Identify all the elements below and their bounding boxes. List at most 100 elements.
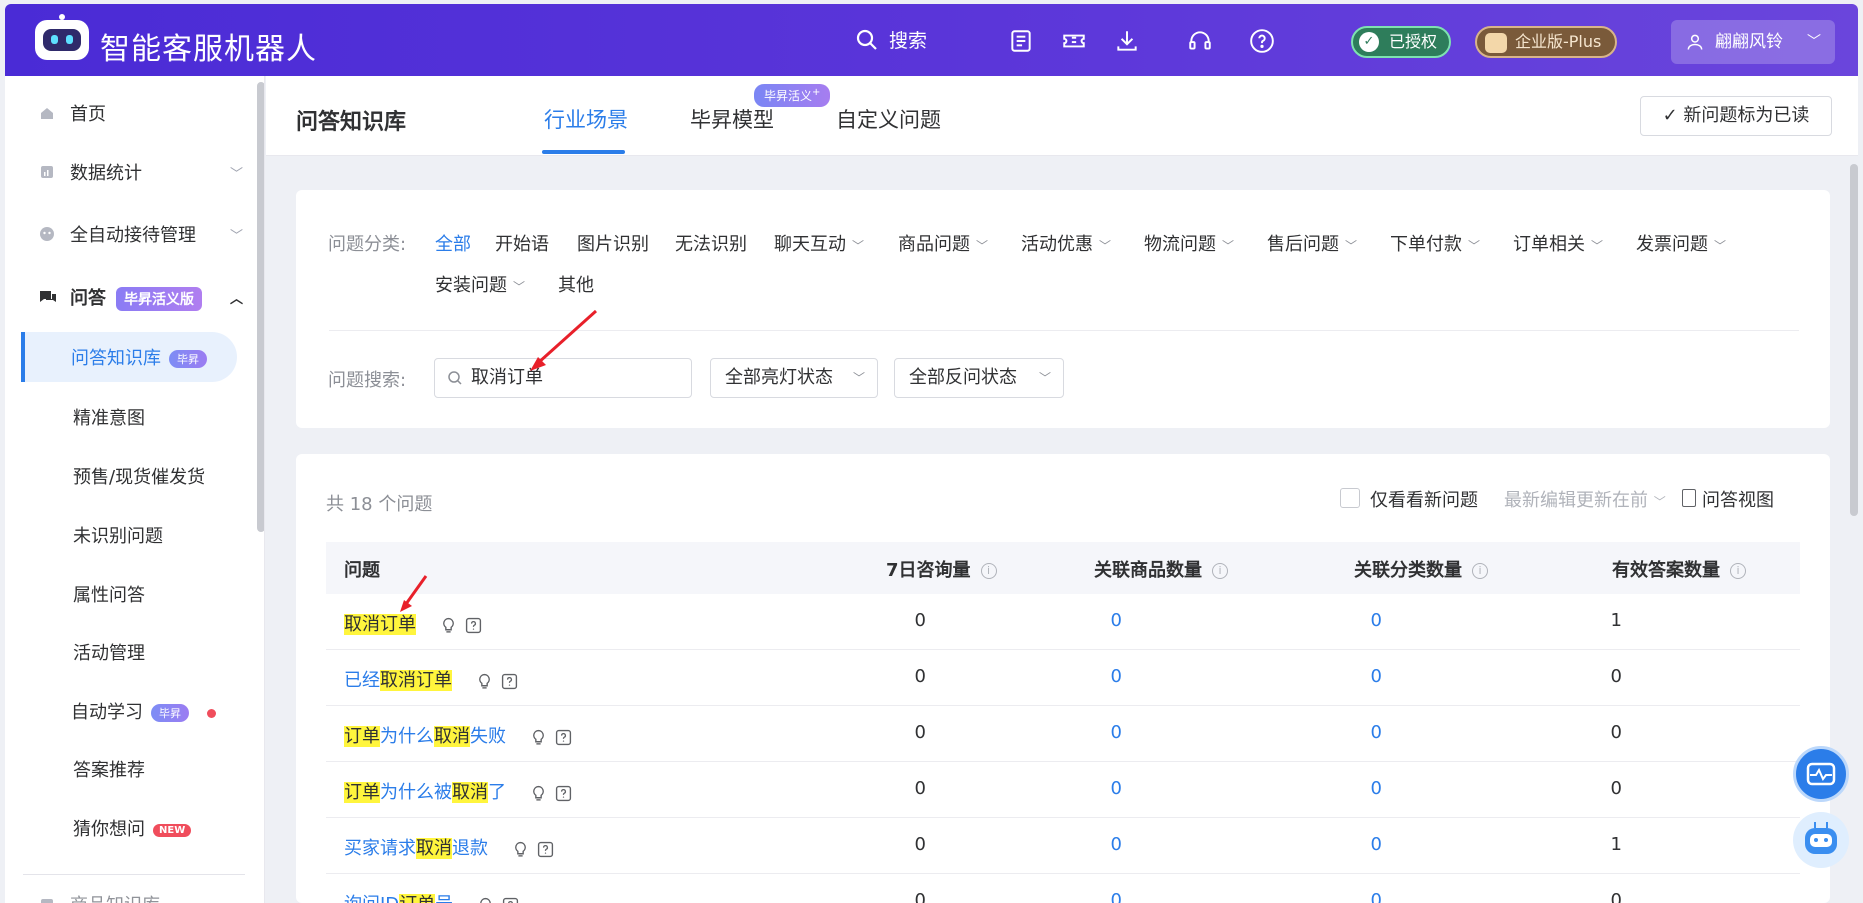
category-label: 订单相关 — [1513, 234, 1585, 255]
category-chat-interaction[interactable]: 聊天互动 ﹀ — [774, 230, 864, 256]
question-mark-icon[interactable] — [502, 897, 519, 903]
sidebar-subitem-qa-knowledge[interactable]: 问答知识库 毕昇 — [21, 332, 237, 382]
lightbulb-icon[interactable] — [440, 617, 457, 634]
category-payment[interactable]: 下单付款 ﹀ — [1390, 230, 1480, 256]
linked-category-count[interactable]: 0 — [1322, 722, 1382, 743]
reverse-status-select[interactable]: 全部反问状态 ﹀ — [894, 358, 1064, 398]
linked-product-count[interactable]: 0 — [1062, 834, 1122, 855]
qa-view-button[interactable]: 问答视图 — [1702, 486, 1774, 512]
sort-select[interactable]: 最新编辑更新在前 ﹀ — [1504, 486, 1666, 512]
category-logistics[interactable]: 物流问题 ﹀ — [1144, 230, 1234, 256]
table-row: 订单为什么取消失败 0 0 0 0 — [326, 706, 1800, 762]
question-link[interactable]: 买家请求取消退款 — [344, 834, 554, 860]
linked-product-count[interactable]: 0 — [1062, 610, 1122, 631]
category-product[interactable]: 商品问题 ﹀ — [898, 230, 988, 256]
question-mark-icon[interactable] — [501, 673, 518, 690]
info-icon[interactable]: i — [1730, 563, 1746, 579]
category-promotion[interactable]: 活动优惠 ﹀ — [1021, 230, 1111, 256]
question-mark-icon[interactable] — [555, 785, 572, 802]
column-7day-consult: 7日咨询量 i — [886, 556, 997, 582]
info-icon[interactable]: i — [1212, 563, 1228, 579]
question-link[interactable]: 订单为什么被取消了 — [344, 778, 572, 804]
sidebar-subitem-auto-learning[interactable]: 自动学习 毕昇 — [21, 686, 237, 736]
category-other[interactable]: 其他 — [558, 271, 594, 297]
question-search-input[interactable]: 取消订单 — [434, 358, 692, 398]
category-greeting[interactable]: 开始语 — [495, 230, 549, 256]
info-icon[interactable]: i — [1472, 563, 1488, 579]
linked-category-count[interactable]: 0 — [1322, 834, 1382, 855]
ticket-icon[interactable] — [1061, 28, 1087, 54]
linked-category-count[interactable]: 0 — [1322, 666, 1382, 687]
chevron-down-icon: ﹀ — [852, 371, 865, 385]
tab-bisheng-model[interactable]: 毕昇模型 — [690, 104, 774, 134]
sidebar-item-home[interactable]: 首页 — [5, 93, 245, 133]
sidebar-subitem-guess[interactable]: 猜你想问 NEW — [21, 803, 237, 853]
sidebar-subitem-activity[interactable]: 活动管理 — [21, 627, 237, 677]
category-unrecognized[interactable]: 无法识别 — [675, 230, 747, 256]
sidebar-subitem-label: 猜你想问 — [73, 819, 145, 840]
light-status-value: 全部亮灯状态 — [725, 367, 833, 388]
sidebar-subitem-precise-intent[interactable]: 精准意图 — [21, 392, 237, 442]
sidebar-subitem-attribute-qa[interactable]: 属性问答 — [21, 569, 237, 619]
sidebar-subitem-answer-recommend[interactable]: 答案推荐 — [21, 744, 237, 794]
category-image-recognition[interactable]: 图片识别 — [577, 230, 649, 256]
question-link[interactable]: 询问ID订单号 — [344, 890, 519, 903]
sidebar-subitem-presale[interactable]: 预售/现货催发货 — [21, 451, 237, 501]
only-new-checkbox[interactable] — [1340, 488, 1360, 508]
light-status-select[interactable]: 全部亮灯状态 ﹀ — [710, 358, 878, 398]
help-icon[interactable] — [1249, 28, 1275, 54]
linked-category-count[interactable]: 0 — [1322, 610, 1382, 631]
lightbulb-icon[interactable] — [477, 897, 494, 903]
category-all[interactable]: 全部 — [435, 230, 471, 256]
download-icon[interactable] — [1114, 28, 1140, 54]
linked-product-count[interactable]: 0 — [1062, 666, 1122, 687]
new-badge: NEW — [153, 823, 192, 837]
monitor-float-button[interactable] — [1793, 746, 1849, 802]
sidebar-item-qa[interactable]: 问答 毕昇活义版 ︿ — [5, 277, 245, 317]
question-mark-icon[interactable] — [555, 729, 572, 746]
sidebar-item-auto-reception[interactable]: 全自动接待管理 ﹀ — [5, 214, 245, 254]
category-label: 物流问题 — [1144, 234, 1216, 255]
linked-category-count[interactable]: 0 — [1322, 890, 1382, 903]
checklist-icon[interactable] — [1008, 28, 1034, 54]
question-link[interactable]: 取消订单 — [344, 610, 482, 636]
lightbulb-icon[interactable] — [530, 729, 547, 746]
info-icon[interactable]: i — [980, 563, 997, 579]
lightbulb-icon[interactable] — [476, 673, 493, 690]
document-icon[interactable] — [1682, 489, 1696, 507]
sidebar-item-stats[interactable]: 数据统计 ﹀ — [5, 152, 245, 192]
box-icon — [39, 896, 55, 903]
headset-icon[interactable] — [1187, 28, 1213, 54]
tab-industry-scene[interactable]: 行业场景 — [544, 104, 628, 134]
question-link[interactable]: 订单为什么取消失败 — [344, 722, 572, 748]
highlighted-keyword: 取消 — [416, 838, 452, 859]
question-mark-icon[interactable] — [537, 841, 554, 858]
linked-product-count[interactable]: 0 — [1062, 778, 1122, 799]
linked-product-count[interactable]: 0 — [1062, 890, 1122, 903]
only-new-label[interactable]: 仅看看新问题 — [1370, 486, 1478, 512]
category-invoice[interactable]: 发票问题 ﹀ — [1636, 230, 1726, 256]
tab-badge: 毕昇活义+ — [754, 84, 831, 107]
lightbulb-icon[interactable] — [512, 841, 529, 858]
question-link[interactable]: 已经取消订单 — [344, 666, 518, 692]
header-search[interactable]: 搜索 — [855, 26, 927, 53]
lightbulb-icon[interactable] — [530, 785, 547, 802]
sidebar-item-product-knowledge[interactable]: 商品知识库 — [5, 884, 245, 903]
tab-custom-question[interactable]: 自定义问题 — [836, 104, 941, 134]
question-mark-icon[interactable] — [465, 617, 482, 634]
user-menu-button[interactable]: 翩翩风铃 ﹀ — [1671, 20, 1835, 64]
assistant-float-button[interactable] — [1793, 812, 1849, 868]
linked-category-count[interactable]: 0 — [1322, 778, 1382, 799]
linked-product-count[interactable]: 0 — [1062, 722, 1122, 743]
sidebar-subitem-unrecognized[interactable]: 未识别问题 — [21, 510, 237, 560]
category-order[interactable]: 订单相关 ﹀ — [1513, 230, 1603, 256]
category-installation[interactable]: 安装问题 ﹀ — [435, 271, 525, 297]
category-after-sale[interactable]: 售后问题 ﹀ — [1267, 230, 1357, 256]
sidebar-scrollbar[interactable] — [257, 82, 264, 532]
mark-read-button[interactable]: ✓ 新问题标为已读 — [1640, 96, 1832, 136]
category-label: 聊天互动 — [774, 234, 846, 255]
username: 翩翩风铃 — [1715, 32, 1783, 52]
highlighted-keyword: 订单 — [344, 726, 380, 747]
question-text: 为什么 — [380, 726, 434, 747]
main-scrollbar[interactable] — [1850, 164, 1858, 516]
